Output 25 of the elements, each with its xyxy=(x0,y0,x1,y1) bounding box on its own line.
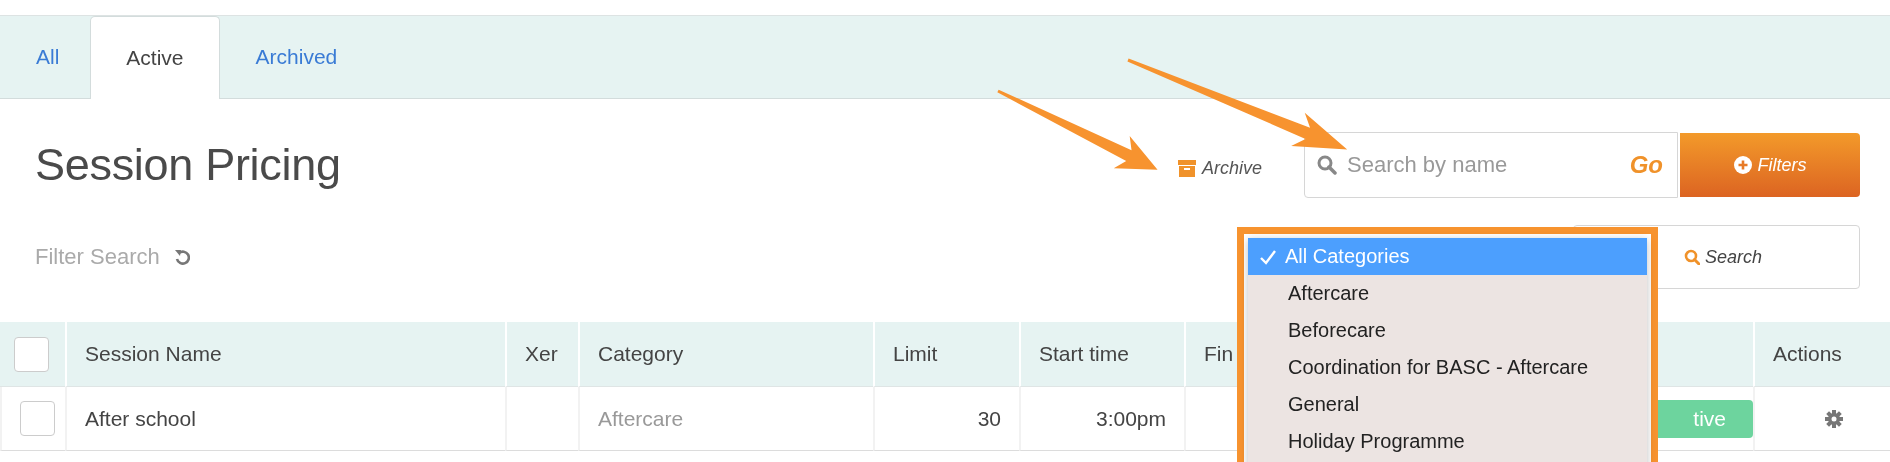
search-icon xyxy=(1684,249,1700,265)
checkbox[interactable] xyxy=(20,401,55,436)
table-cell: 3:00pm xyxy=(1019,387,1184,451)
search-placeholder: Search by name xyxy=(1347,152,1509,178)
archive-link[interactable]: Archive xyxy=(1177,157,1262,179)
filter-search-label: Filter Search xyxy=(35,244,160,270)
column-header: Xer xyxy=(505,322,578,387)
search-icon xyxy=(1317,155,1337,175)
table-cell: 30 xyxy=(873,387,1019,451)
tab[interactable]: Active xyxy=(90,16,220,99)
plus-circle-icon xyxy=(1733,156,1752,174)
tab[interactable]: Archived xyxy=(219,16,374,98)
archive-box-icon xyxy=(1177,159,1196,177)
check-icon xyxy=(1259,248,1277,265)
reset-icon xyxy=(173,249,190,265)
column-header: Limit xyxy=(873,322,1019,387)
page-title: Session Pricing xyxy=(35,139,341,191)
column-header: Session Name xyxy=(65,322,505,387)
column-header: Start time xyxy=(1019,322,1184,387)
table-cell: Aftercare xyxy=(578,387,873,451)
column-header: Category xyxy=(578,322,873,387)
tab[interactable]: All xyxy=(0,16,91,98)
column-header: Actions xyxy=(1753,322,1890,387)
table-cell: After school xyxy=(65,387,505,451)
checkbox[interactable] xyxy=(14,336,49,372)
